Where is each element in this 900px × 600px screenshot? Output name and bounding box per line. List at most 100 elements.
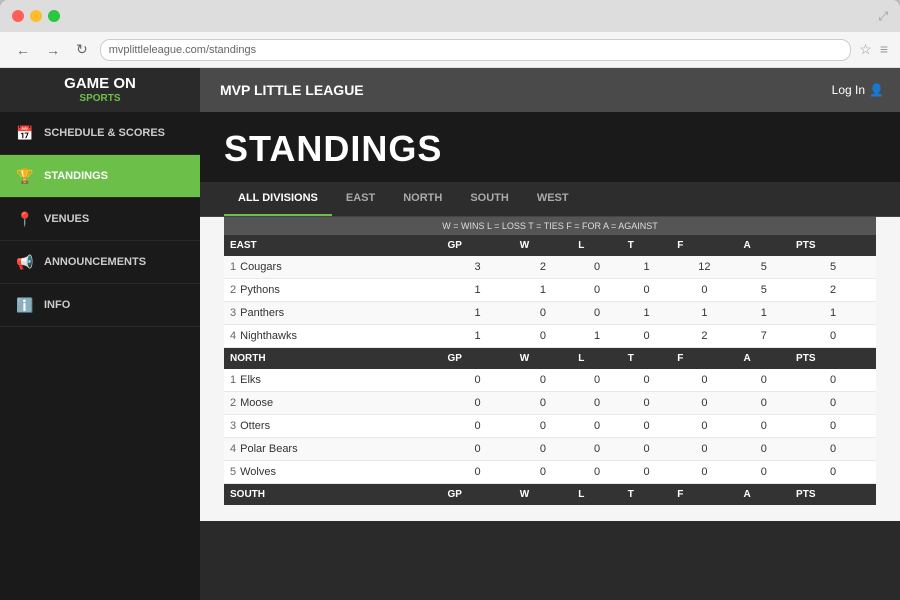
sidebar-item-info[interactable]: ℹ️ Info xyxy=(0,284,200,327)
team-t: 0 xyxy=(622,325,672,348)
resize-icon: ⤢ xyxy=(878,9,888,24)
forward-button[interactable]: → xyxy=(42,40,64,60)
legend-row: W = WINS L = LOSS T = TIES F = FOR A = A… xyxy=(224,217,876,235)
team-w: 1 xyxy=(514,279,573,302)
team-a: 7 xyxy=(738,325,791,348)
table-container: W = WINS L = LOSS T = TIES F = FOR A = A… xyxy=(200,217,900,521)
title-bar: ⤢ xyxy=(0,0,900,32)
east-gp-header: GP xyxy=(441,235,513,256)
sidebar-announcements-label: Announcements xyxy=(44,256,146,268)
location-icon: 📍 xyxy=(16,210,34,228)
table-row: 5Wolves 0000000 xyxy=(224,461,876,484)
minimize-dot[interactable] xyxy=(30,10,42,22)
tab-south[interactable]: South xyxy=(456,182,523,216)
table-row: 3Otters 0000000 xyxy=(224,415,876,438)
sidebar-item-schedule[interactable]: 📅 Schedule & Scores xyxy=(0,112,200,155)
team-t: 0 xyxy=(622,279,672,302)
app-container: GAME ON SPORTS MVP LITTLE LEAGUE Log In … xyxy=(0,68,900,600)
browser-window: ⤢ ← → ↻ ☆ ≡ GAME ON SPORTS MVP LITTLE LE… xyxy=(0,0,900,600)
north-gp-header: GP xyxy=(441,348,513,370)
login-button[interactable]: Log In 👤 xyxy=(832,83,900,97)
back-button[interactable]: ← xyxy=(12,40,34,60)
tab-west[interactable]: West xyxy=(523,182,583,216)
tab-north[interactable]: North xyxy=(389,182,456,216)
maximize-dot[interactable] xyxy=(48,10,60,22)
team-name: 1Cougars xyxy=(224,256,441,279)
menu-icon[interactable]: ≡ xyxy=(880,41,888,58)
browser-nav-icons: ☆ ≡ xyxy=(859,41,888,58)
tabs-row: All Divisions East North South West xyxy=(200,182,900,217)
south-pts-header: PTS xyxy=(790,484,876,506)
top-header: GAME ON SPORTS MVP LITTLE LEAGUE Log In … xyxy=(0,68,900,112)
team-gp: 3 xyxy=(441,256,513,279)
reload-button[interactable]: ↻ xyxy=(72,39,92,60)
sidebar-schedule-label: Schedule & Scores xyxy=(44,127,165,139)
team-gp: 1 xyxy=(441,325,513,348)
team-l: 0 xyxy=(572,302,622,325)
section-header-north: NORTH GP W L T F A PTS xyxy=(224,348,876,370)
table-row: 1Cougars 3 2 0 1 12 5 5 xyxy=(224,256,876,279)
team-w: 0 xyxy=(514,325,573,348)
south-w-header: W xyxy=(514,484,573,506)
user-icon: 👤 xyxy=(869,83,884,97)
sidebar-item-announcements[interactable]: 📢 Announcements xyxy=(0,241,200,284)
logo-line1: GAME ON xyxy=(64,76,136,93)
north-l-header: L xyxy=(572,348,622,370)
league-name: MVP LITTLE LEAGUE xyxy=(200,82,832,98)
team-t: 1 xyxy=(622,302,672,325)
team-name: 1Elks xyxy=(224,369,441,392)
table-row: 3Panthers 1 0 0 1 1 1 1 xyxy=(224,302,876,325)
north-f-header: F xyxy=(671,348,737,370)
east-f-header: F xyxy=(671,235,737,256)
team-a: 5 xyxy=(738,279,791,302)
team-f: 2 xyxy=(671,325,737,348)
team-f: 1 xyxy=(671,302,737,325)
team-pts: 2 xyxy=(790,279,876,302)
sidebar-item-venues[interactable]: 📍 Venues xyxy=(0,198,200,241)
announcement-icon: 📢 xyxy=(16,253,34,271)
sidebar-item-standings[interactable]: 🏆 Standings xyxy=(0,155,200,198)
team-f: 0 xyxy=(671,279,737,302)
table-row: 2Pythons 1 1 0 0 0 5 2 xyxy=(224,279,876,302)
sidebar: 📅 Schedule & Scores 🏆 Standings 📍 Venues… xyxy=(0,112,200,600)
team-name: 2Pythons xyxy=(224,279,441,302)
tab-all-divisions[interactable]: All Divisions xyxy=(224,182,332,216)
team-l: 0 xyxy=(572,279,622,302)
team-pts: 0 xyxy=(790,325,876,348)
logo-line2: SPORTS xyxy=(64,93,136,104)
table-row: 4Polar Bears 0000000 xyxy=(224,438,876,461)
sidebar-venues-label: Venues xyxy=(44,213,89,225)
team-name: 2Moose xyxy=(224,392,441,415)
team-pts: 1 xyxy=(790,302,876,325)
team-gp: 1 xyxy=(441,279,513,302)
east-label: EAST xyxy=(224,235,441,256)
team-a: 5 xyxy=(738,256,791,279)
team-gp: 1 xyxy=(441,302,513,325)
team-name: 4Nighthawks xyxy=(224,325,441,348)
table-row: 1Elks 0000000 xyxy=(224,369,876,392)
team-a: 1 xyxy=(738,302,791,325)
info-icon: ℹ️ xyxy=(16,296,34,314)
east-a-header: A xyxy=(738,235,791,256)
bookmark-icon[interactable]: ☆ xyxy=(859,41,872,58)
tab-east[interactable]: East xyxy=(332,182,389,216)
team-l: 0 xyxy=(572,256,622,279)
login-label: Log In xyxy=(832,83,865,97)
nav-bar: ← → ↻ ☆ ≡ xyxy=(0,32,900,68)
url-bar[interactable] xyxy=(100,39,852,61)
team-t: 1 xyxy=(622,256,672,279)
team-name: 3Panthers xyxy=(224,302,441,325)
team-f: 12 xyxy=(671,256,737,279)
calendar-icon: 📅 xyxy=(16,124,34,142)
east-l-header: L xyxy=(572,235,622,256)
close-dot[interactable] xyxy=(12,10,24,22)
south-t-header: T xyxy=(622,484,672,506)
north-t-header: T xyxy=(622,348,672,370)
team-name: 3Otters xyxy=(224,415,441,438)
south-label: SOUTH xyxy=(224,484,441,506)
logo-area: GAME ON SPORTS xyxy=(0,68,200,112)
team-w: 2 xyxy=(514,256,573,279)
north-label: NORTH xyxy=(224,348,441,370)
content-area: STANDINGS All Divisions East North South… xyxy=(200,112,900,600)
east-pts-header: PTS xyxy=(790,235,876,256)
